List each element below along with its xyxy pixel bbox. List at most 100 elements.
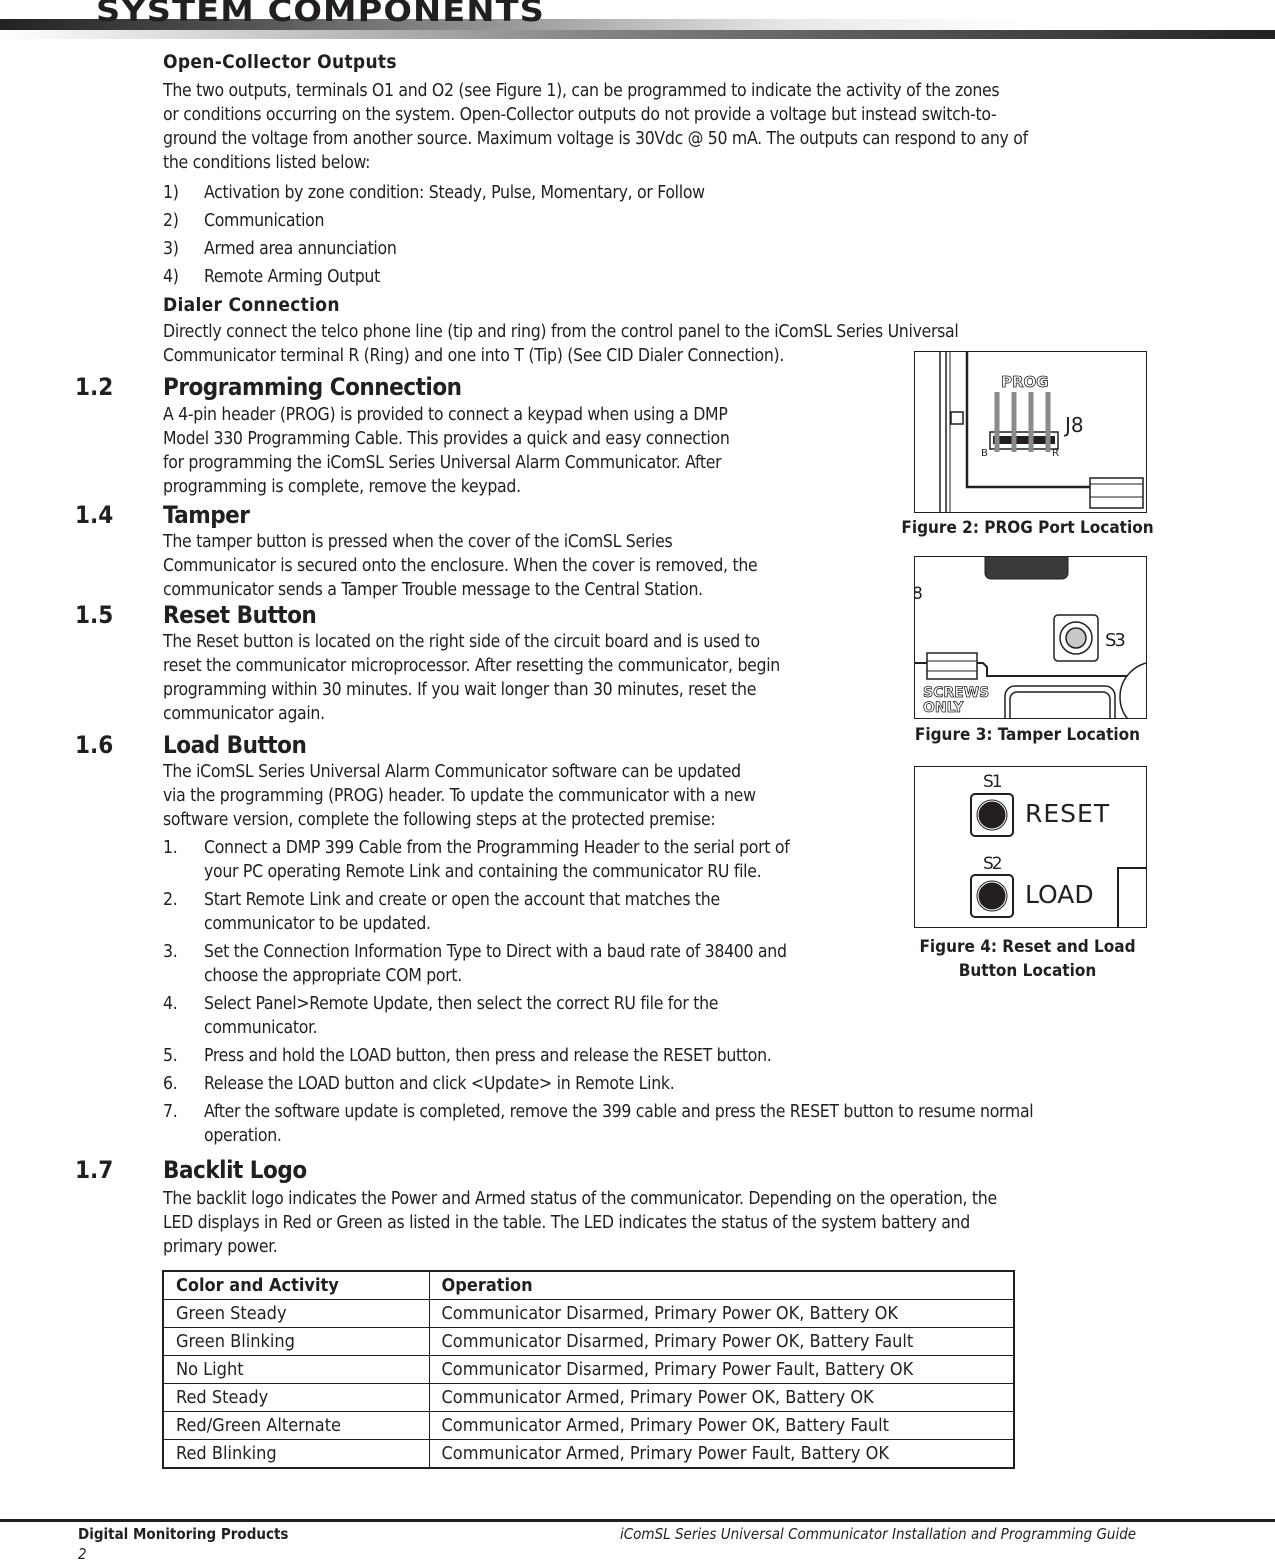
color-activity-cell: Red/Green Alternate (162, 1411, 430, 1440)
text-line: communicator. (204, 1018, 318, 1038)
list-number: 3) (163, 239, 179, 259)
list-item: 3) Armed area annunciation (163, 235, 705, 263)
footer-page-number: 2 (78, 1545, 87, 1563)
load-label: LOAD (1025, 880, 1094, 909)
text-line: Select Panel>Remote Update, then select … (204, 994, 719, 1014)
text-line: Release the LOAD button and click <Updat… (204, 1074, 675, 1094)
table-row: Red/Green Alternate Communicator Armed, P… (162, 1411, 1015, 1440)
text-line: primary power. (163, 1237, 278, 1257)
figure-2-caption: Figure 2: PROG Port Location (901, 518, 1154, 538)
text-line: programming is complete, remove the keyp… (163, 477, 521, 497)
list-item: 6. Release the LOAD button and click <Upd… (163, 1072, 1183, 1096)
connector-icon (926, 652, 978, 680)
text-line: or conditions occurring on the system. O… (163, 105, 997, 125)
list-number: 5. (163, 1046, 178, 1066)
text-line: reset the communicator microprocessor. A… (163, 656, 780, 676)
color-activity-cell: Red Steady (162, 1383, 430, 1412)
column-header: Operation (428, 1270, 1015, 1300)
text-line: communicator again. (163, 704, 325, 724)
list-number: 2) (163, 211, 179, 231)
list-text: Remote Arming Output (204, 267, 380, 287)
figure-reset-load-diagram: S1 RESET S2 LOAD (914, 766, 1147, 928)
reset-label: RESET (1025, 799, 1110, 828)
table-row: Red Blinking Communicator Armed, Primary … (162, 1439, 1015, 1469)
page-header-title: SYSTEM COMPONENTS (96, 0, 545, 29)
tamper-paragraph: The tamper button is pressed when the co… (163, 530, 863, 602)
color-activity-cell: Green Blinking (162, 1327, 430, 1356)
figure-tamper-diagram: 8 S3 SCREWS ONLY (914, 556, 1147, 719)
section-title-tamper: Tamper (163, 501, 250, 529)
list-number: 4. (163, 994, 178, 1014)
operation-cell: Communicator Disarmed, Primary Power OK,… (428, 1327, 1015, 1356)
list-number: 1. (163, 838, 178, 858)
list-number: 6. (163, 1074, 178, 1094)
pin-b-label: B (981, 448, 988, 459)
section-number: 1.7 (75, 1156, 114, 1184)
j8-label: J8 (1063, 413, 1084, 437)
screws-label: SCREWS (923, 685, 989, 701)
standoff-icon (950, 411, 964, 425)
text-line: communicator sends a Tamper Trouble mess… (163, 580, 703, 600)
text-line: Press and hold the LOAD button, then pre… (204, 1046, 772, 1066)
section-number: 1.5 (75, 601, 114, 629)
list-text: Armed area annunciation (204, 239, 397, 259)
connector-icon (1117, 867, 1146, 927)
figure-prog-port-diagram: PROG J8 B R (914, 351, 1147, 513)
list-item: 7. After the software update is completed… (163, 1100, 1183, 1148)
table-row: Red Steady Communicator Armed, Primary Po… (162, 1383, 1015, 1412)
prog-label: PROG (1001, 373, 1049, 391)
operation-cell: Communicator Disarmed, Primary Power OK,… (428, 1299, 1015, 1328)
text-line: LED displays in Red or Green as listed i… (163, 1213, 970, 1233)
list-number: 7. (163, 1102, 178, 1122)
open-collector-heading: Open-Collector Outputs (163, 51, 397, 73)
text-line: A 4-pin header (PROG) is provided to con… (163, 405, 728, 425)
s2-label: S2 (983, 854, 1002, 874)
load-button-icon (977, 881, 1007, 911)
list-item: 2) Communication (163, 207, 705, 235)
table-header-row: Color and Activity Operation (162, 1270, 1015, 1300)
open-collector-paragraph: The two outputs, terminals O1 and O2 (se… (163, 79, 1183, 175)
figure-4-caption: Figure 4: Reset and Load Button Location (885, 935, 1170, 983)
screw-slot-inner (1009, 691, 1111, 718)
list-number: 3. (163, 942, 178, 962)
figure-3-caption: Figure 3: Tamper Location (914, 725, 1141, 745)
text-line: Communicator is secured onto the enclosu… (163, 556, 758, 576)
text-line: The Reset button is located on the right… (163, 632, 760, 652)
color-activity-cell: Red Blinking (162, 1439, 430, 1469)
section-title-load-button: Load Button (163, 731, 307, 759)
list-number: 2. (163, 890, 178, 910)
backlit-logo-paragraph: The backlit logo indicates the Power and… (163, 1187, 1183, 1259)
list-item: 1) Activation by zone condition: Steady, … (163, 179, 705, 207)
list-item: 4) Remote Arming Output (163, 263, 705, 291)
section-number: 1.2 (75, 373, 114, 401)
text-line: The two outputs, terminals O1 and O2 (se… (163, 81, 1000, 101)
tamper-switch-button-icon (1065, 627, 1087, 649)
footer-rule (0, 1519, 1275, 1522)
list-item: 5. Press and hold the LOAD button, then p… (163, 1044, 1183, 1068)
component-block (984, 557, 1069, 580)
led-status-table: Color and Activity Operation Green Stead… (162, 1270, 1015, 1469)
color-activity-cell: No Light (162, 1355, 430, 1384)
section-number: 1.6 (75, 731, 114, 759)
tamper-drawing: 8 S3 SCREWS ONLY (915, 557, 1146, 718)
section-title-backlit-logo: Backlit Logo (163, 1156, 307, 1184)
pin-r-label: R (1052, 448, 1059, 459)
text-line: The tamper button is pressed when the co… (163, 532, 673, 552)
footer-company: Digital Monitoring Products (78, 1525, 289, 1543)
s3-label: S3 (1105, 630, 1125, 651)
reset-load-drawing: S1 RESET S2 LOAD (970, 772, 1146, 927)
text-line: operation. (204, 1126, 282, 1146)
programming-connection-paragraph: A 4-pin header (PROG) is provided to con… (163, 403, 863, 499)
operation-cell: Communicator Armed, Primary Power OK, Ba… (428, 1411, 1015, 1440)
section-title-programming-connection: Programming Connection (163, 373, 462, 401)
color-activity-cell: Green Steady (162, 1299, 430, 1328)
s1-label: S1 (983, 772, 1002, 792)
open-collector-conditions-list: 1) Activation by zone condition: Steady, … (163, 179, 705, 291)
section-number: 1.4 (75, 501, 114, 529)
edge-label: 8 (915, 584, 923, 604)
list-text: Communication (204, 211, 325, 231)
text-line: ground the voltage from another source. … (163, 129, 1028, 149)
table-row: Green Blinking Communicator Disarmed, Pri… (162, 1327, 1015, 1356)
mounting-hole (1119, 662, 1146, 718)
list-number: 4) (163, 267, 179, 287)
